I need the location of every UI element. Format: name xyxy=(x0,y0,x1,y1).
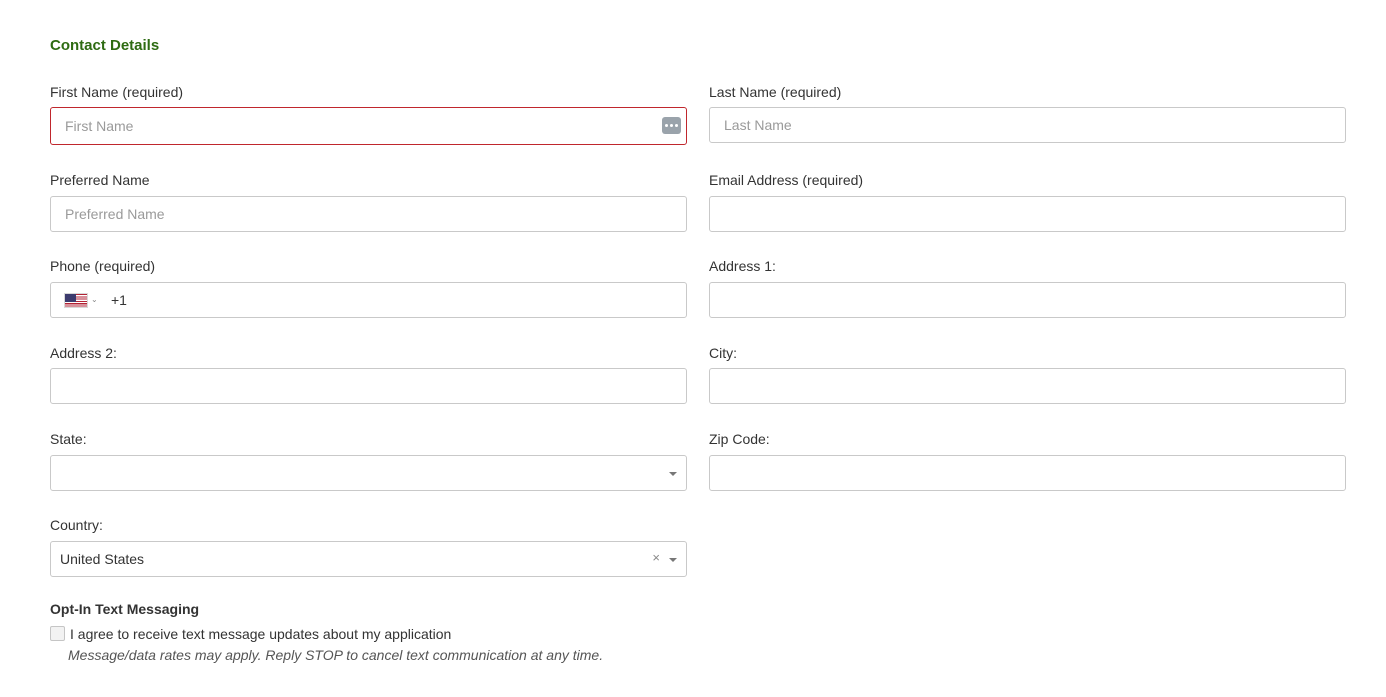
state-select[interactable] xyxy=(50,455,687,491)
address2-input[interactable] xyxy=(65,369,640,403)
section-title: Contact Details xyxy=(50,37,160,54)
dial-code: +1 xyxy=(111,292,127,308)
phone-label: Phone (required) xyxy=(50,258,156,274)
last-name-field[interactable] xyxy=(709,107,1346,143)
us-flag-icon[interactable] xyxy=(64,293,88,308)
chevron-down-icon[interactable]: ⌄ xyxy=(91,295,98,304)
dropdown-arrow-icon[interactable] xyxy=(669,472,677,476)
email-label: Email Address (required) xyxy=(709,172,864,188)
address1-label: Address 1: xyxy=(709,258,776,274)
first-name-field[interactable] xyxy=(50,107,687,145)
preferred-name-input[interactable] xyxy=(65,197,640,231)
state-label: State: xyxy=(50,431,87,447)
email-field[interactable] xyxy=(709,196,1346,232)
address1-input[interactable] xyxy=(724,283,1299,317)
address2-field[interactable] xyxy=(50,368,687,404)
first-name-input[interactable] xyxy=(65,108,640,144)
dropdown-arrow-icon[interactable] xyxy=(669,558,677,562)
opt-in-checkbox-label[interactable]: I agree to receive text message updates … xyxy=(70,626,451,642)
preferred-name-label: Preferred Name xyxy=(50,172,150,188)
opt-in-title: Opt-In Text Messaging xyxy=(50,601,200,617)
country-select[interactable]: United States × xyxy=(50,541,687,577)
address2-label: Address 2: xyxy=(50,345,117,361)
country-selected-value: United States xyxy=(60,551,145,567)
preferred-name-field[interactable] xyxy=(50,196,687,232)
clear-icon[interactable]: × xyxy=(652,550,660,565)
opt-in-note: Message/data rates may apply. Reply STOP… xyxy=(68,647,604,663)
city-label: City: xyxy=(709,345,737,361)
opt-in-checkbox[interactable] xyxy=(50,626,65,641)
city-input[interactable] xyxy=(724,369,1299,403)
country-label: Country: xyxy=(50,517,103,533)
email-input[interactable] xyxy=(724,197,1299,231)
zip-label: Zip Code: xyxy=(709,431,770,447)
city-field[interactable] xyxy=(709,368,1346,404)
last-name-label: Last Name (required) xyxy=(709,84,842,100)
last-name-input[interactable] xyxy=(724,108,1299,142)
phone-field[interactable]: ⌄ +1 xyxy=(50,282,687,318)
first-name-label: First Name (required) xyxy=(50,84,184,100)
zip-field[interactable] xyxy=(709,455,1346,491)
zip-input[interactable] xyxy=(724,456,1299,490)
password-manager-icon[interactable] xyxy=(662,117,681,134)
address1-field[interactable] xyxy=(709,282,1346,318)
